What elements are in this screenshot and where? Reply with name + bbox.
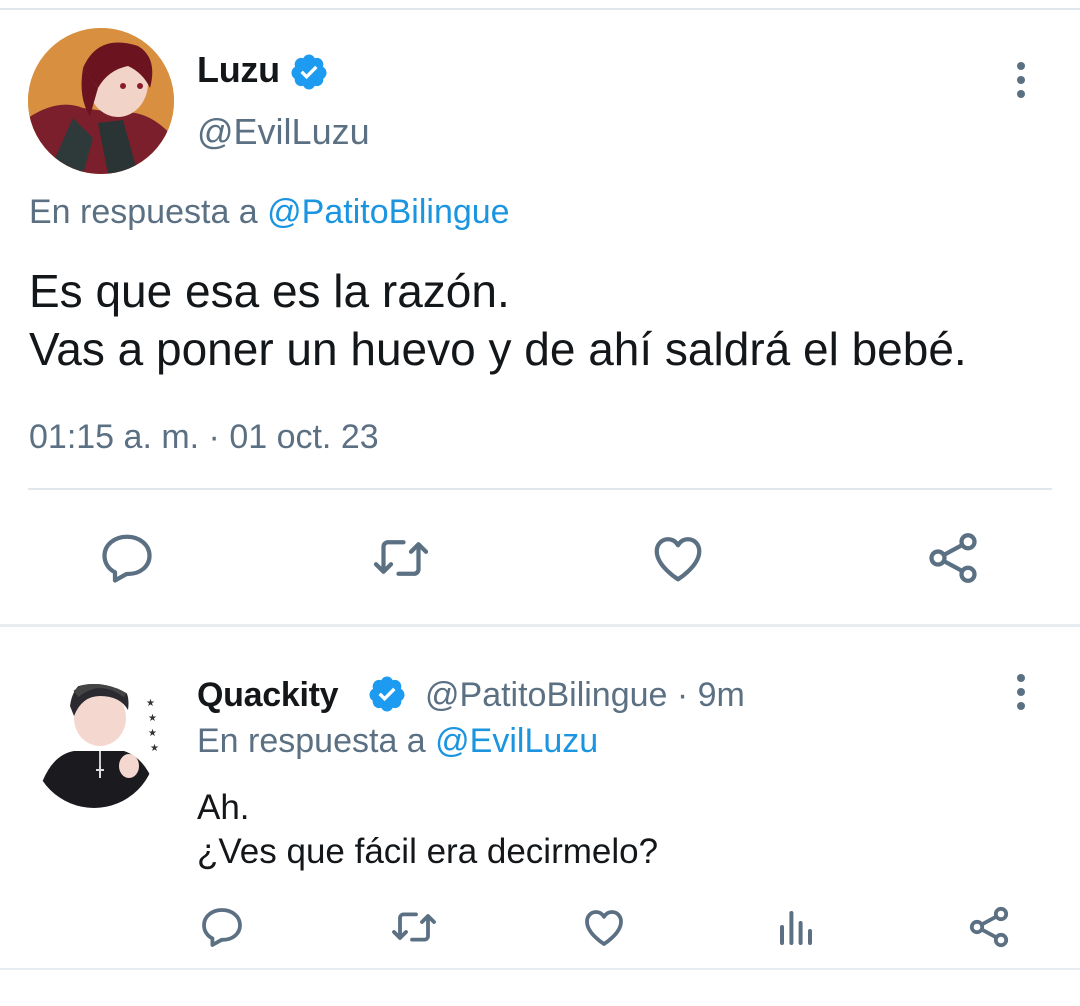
author-handle[interactable]: @EvilLuzu — [197, 112, 370, 152]
like-icon[interactable] — [580, 903, 628, 951]
reply-to-mention[interactable]: @EvilLuzu — [435, 722, 598, 760]
share-icon[interactable] — [965, 903, 1013, 951]
like-icon[interactable] — [648, 528, 708, 588]
tweet-text-line: Vas a poner un huevo y de ahí saldrá el … — [29, 323, 967, 375]
more-options-icon[interactable] — [1007, 60, 1035, 100]
tweet-text-line: Ah. — [197, 788, 250, 827]
reply-icon[interactable] — [198, 903, 246, 951]
author-name[interactable]: Luzu — [197, 50, 280, 90]
tweet-timestamp[interactable]: 01:15 a. m. · 01 oct. 23 — [29, 417, 379, 457]
share-icon[interactable] — [923, 528, 983, 588]
bottom-divider — [0, 968, 1080, 970]
verified-badge-icon — [289, 52, 329, 92]
top-divider — [0, 8, 1080, 10]
avatar-quackity[interactable]: ★ ★ ★ ★ — [32, 666, 160, 812]
svg-text:★: ★ — [150, 743, 159, 754]
svg-text:★: ★ — [148, 728, 157, 739]
tweet-text: Ah. ¿Ves que fácil era decirmelo? — [197, 786, 658, 874]
avatar-luzu[interactable] — [28, 28, 174, 174]
tweet-text-line: ¿Ves que fácil era decirmelo? — [197, 832, 659, 871]
tweet-text: Es que esa es la razón. Vas a poner un h… — [29, 262, 967, 378]
svg-text:★: ★ — [148, 713, 157, 724]
analytics-icon[interactable] — [772, 903, 820, 951]
tweet-separator — [0, 624, 1080, 627]
reply-context: En respuesta a @EvilLuzu — [197, 721, 598, 761]
author-handle-time[interactable]: @PatitoBilingue · 9m — [425, 675, 745, 715]
retweet-icon[interactable] — [371, 528, 431, 588]
reply-to-mention[interactable]: @PatitoBilingue — [267, 193, 509, 231]
svg-text:★: ★ — [146, 698, 155, 709]
more-options-icon[interactable] — [1007, 672, 1035, 712]
reply-prefix: En respuesta a — [29, 193, 258, 231]
tweet-text-line: Es que esa es la razón. — [29, 265, 510, 317]
divider — [28, 488, 1052, 490]
verified-badge-icon — [367, 674, 407, 714]
retweet-icon[interactable] — [390, 903, 438, 951]
reply-icon[interactable] — [97, 528, 157, 588]
reply-prefix: En respuesta a — [197, 722, 426, 760]
author-name[interactable]: Quackity — [197, 675, 339, 715]
reply-context: En respuesta a @PatitoBilingue — [29, 192, 510, 232]
